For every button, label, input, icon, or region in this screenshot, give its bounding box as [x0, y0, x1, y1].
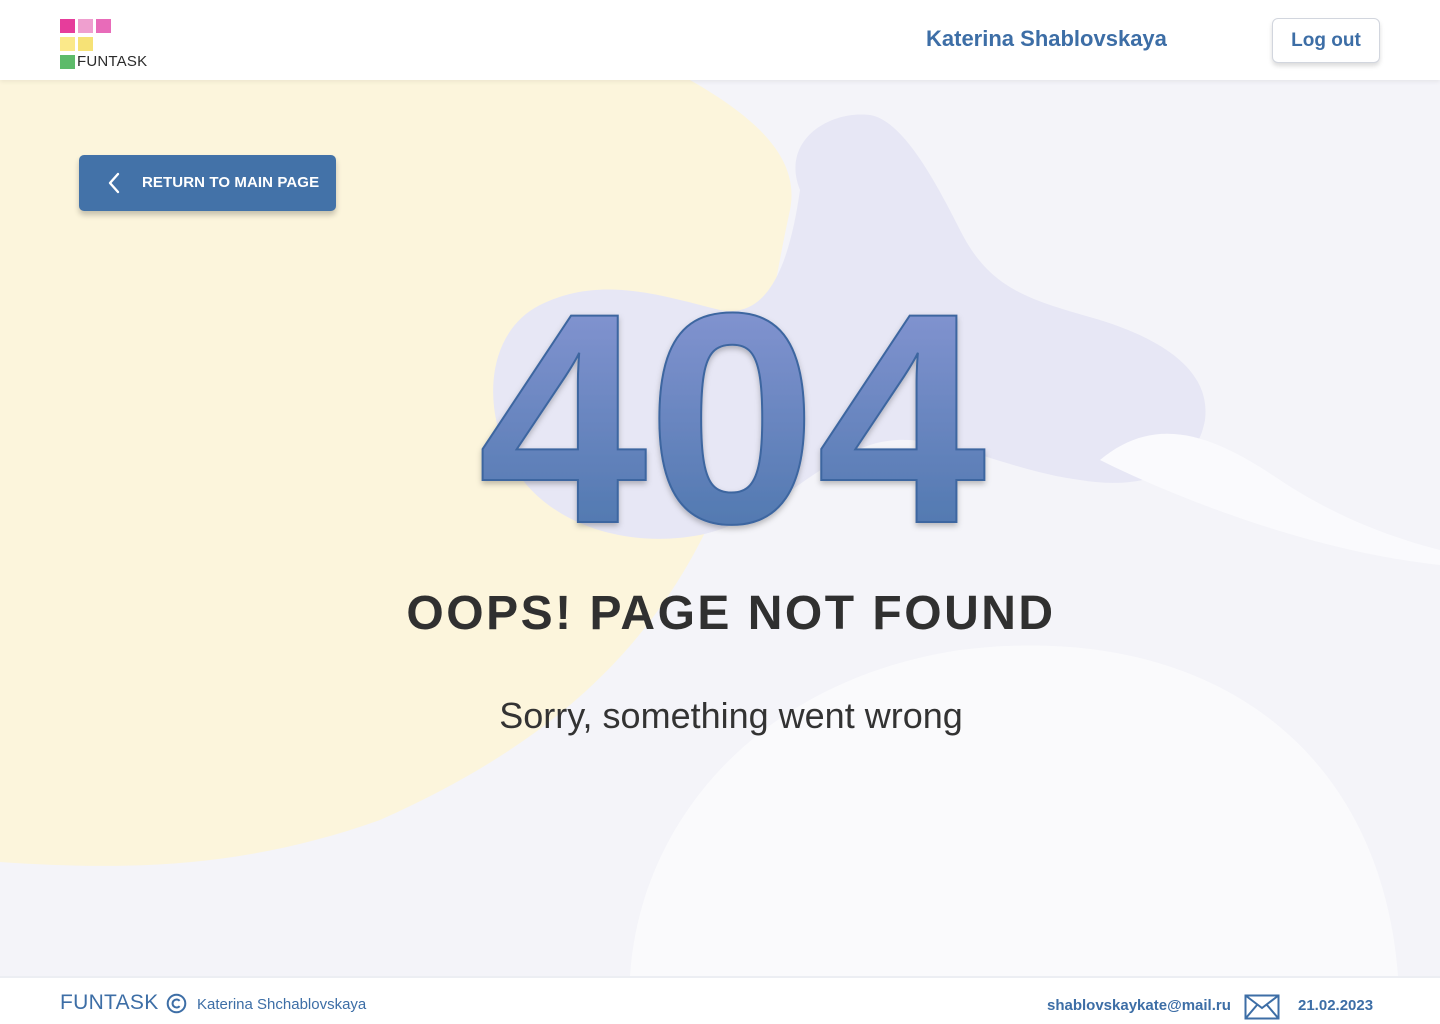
error-code-text: 404	[478, 250, 988, 570]
logo-text: FUNTASK	[77, 53, 148, 70]
logo-square	[96, 19, 111, 33]
app-header: FUNTASK Katerina Shablovskaya Log out	[0, 0, 1440, 80]
page-title: OOPS! PAGE NOT FOUND	[406, 587, 1056, 640]
logo-square	[60, 37, 75, 51]
logo-square	[78, 19, 93, 33]
copyright-icon	[166, 993, 187, 1014]
logo-square	[78, 37, 93, 51]
mail-icon[interactable]	[1244, 994, 1280, 1020]
logo-square	[60, 55, 75, 69]
page-subtitle: Sorry, something went wrong	[499, 695, 963, 736]
footer-email-link[interactable]: shablovskaykate@mail.ru	[1047, 997, 1231, 1014]
return-to-main-label: RETURN TO MAIN PAGE	[142, 174, 320, 191]
logout-button[interactable]: Log out	[1272, 18, 1380, 63]
chevron-left-icon	[108, 172, 120, 194]
user-name[interactable]: Katerina Shablovskaya	[926, 26, 1167, 52]
logo-square	[60, 19, 75, 33]
error-code-404: 404	[477, 250, 989, 570]
footer-author: Katerina Shchablovskaya	[197, 996, 367, 1013]
return-to-main-button[interactable]: RETURN TO MAIN PAGE	[79, 155, 336, 211]
funtask-logo[interactable]: FUNTASK	[60, 19, 160, 71]
footer-date: 21.02.2023	[1298, 997, 1374, 1014]
app-footer: FUNTASK Katerina Shchablovskaya shablovs…	[0, 976, 1440, 1024]
footer-brand: FUNTASK	[60, 991, 159, 1014]
